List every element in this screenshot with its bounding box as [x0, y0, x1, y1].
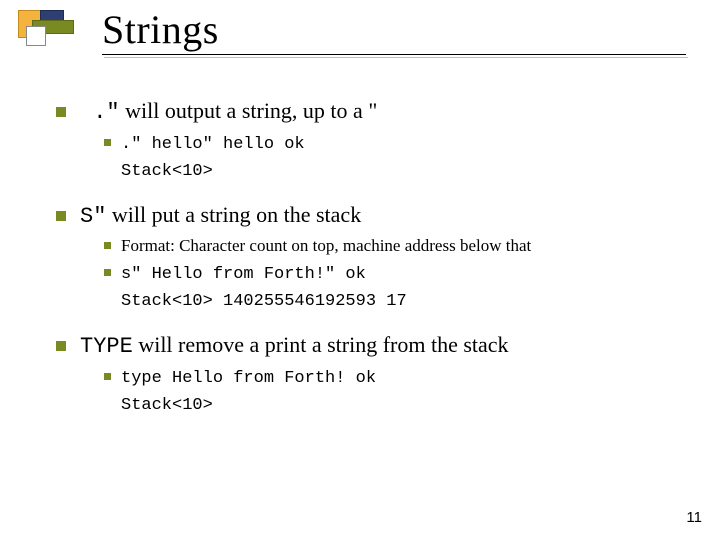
bullet-code: TYPE — [80, 334, 133, 359]
title-underline — [102, 54, 686, 55]
code-line: Stack<10> 140255546192593 17 — [121, 291, 680, 314]
code-line: ." hello" hello ok — [121, 135, 305, 154]
code-line: s" Hello from Forth!" ok — [121, 265, 366, 284]
code-line: Stack<10> — [121, 395, 680, 418]
code-line: type Hello from Forth! ok — [121, 369, 376, 388]
bullet-text: will remove a print a string from the st… — [133, 332, 509, 357]
bullet-code: S" — [80, 204, 106, 229]
square-bullet-icon — [104, 269, 111, 276]
sub-bullet-item: type Hello from Forth! ok — [104, 366, 680, 391]
logo-graphic — [18, 10, 88, 54]
page-number: 11 — [686, 509, 702, 526]
title-underline-shadow — [104, 57, 688, 58]
bullet-item: TYPE will remove a print a string from t… — [56, 330, 680, 362]
slide-title: Strings — [102, 6, 219, 53]
bullet-text: will put a string on the stack — [106, 202, 361, 227]
sub-bullet-item: s" Hello from Forth!" ok — [104, 262, 680, 287]
slide-body: ." will output a string, up to a " ." he… — [56, 86, 680, 418]
sub-bullet-item: Format: Character count on top, machine … — [104, 235, 680, 258]
square-bullet-icon — [56, 107, 66, 117]
square-bullet-icon — [56, 211, 66, 221]
logo-square-white — [26, 26, 46, 46]
sub-bullet-item: ." hello" hello ok — [104, 132, 680, 157]
square-bullet-icon — [104, 139, 111, 146]
square-bullet-icon — [104, 373, 111, 380]
square-bullet-icon — [56, 341, 66, 351]
sub-bullet-text: Format: Character count on top, machine … — [121, 236, 531, 255]
square-bullet-icon — [104, 242, 111, 249]
code-line: Stack<10> — [121, 161, 680, 184]
bullet-code: ." — [80, 100, 120, 125]
bullet-text: will output a string, up to a " — [120, 98, 378, 123]
bullet-item: S" will put a string on the stack — [56, 200, 680, 232]
bullet-item: ." will output a string, up to a " — [56, 96, 680, 128]
slide: Strings ." will output a string, up to a… — [0, 0, 720, 540]
